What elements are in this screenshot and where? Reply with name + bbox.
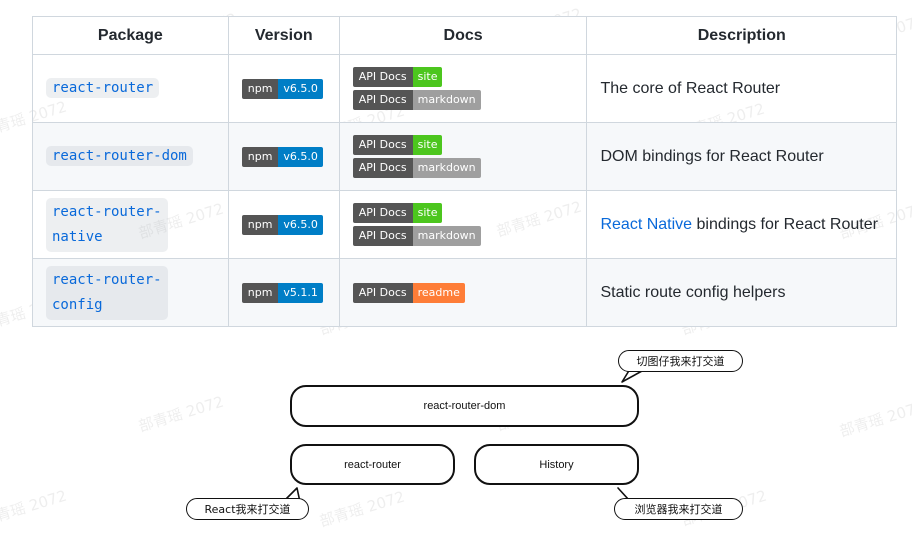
description-cell: DOM bindings for React Router	[586, 122, 897, 191]
speech-bubble-bottom-left: React我来打交道	[186, 498, 309, 520]
watermark: 部青瑶 2072	[136, 392, 226, 436]
package-cell: react-router	[32, 54, 229, 123]
description-text: Static route config helpers	[600, 283, 786, 301]
history-box: History	[474, 444, 639, 485]
api-docs-markdown-badge[interactable]: API Docs markdown	[352, 226, 481, 246]
version-cell: npm v6.5.0	[227, 122, 340, 191]
npm-version-badge[interactable]: npm v6.5.0	[241, 146, 323, 167]
package-name-code[interactable]: react-router-native	[46, 197, 168, 252]
docs-cell: API Docs site API Docs markdown	[338, 54, 588, 123]
npm-version-badge[interactable]: npm v6.5.0	[241, 78, 323, 99]
docs-cell: API Docs readme	[338, 258, 588, 327]
package-name-code[interactable]: react-router-config	[46, 265, 168, 320]
watermark: 部青瑶 2072	[837, 397, 912, 441]
api-docs-site-badge[interactable]: API Docs site	[352, 67, 443, 87]
api-docs-readme-badge[interactable]: API Docs readme	[352, 282, 465, 303]
api-docs-site-badge[interactable]: API Docs site	[352, 203, 443, 223]
description-text: DOM bindings for React Router	[600, 147, 824, 165]
package-name-code[interactable]: react-router-dom	[46, 146, 193, 166]
header-description: Description	[586, 16, 897, 55]
description-cell: The core of React Router	[586, 54, 897, 123]
header-version: Version	[227, 16, 340, 55]
react-router-dom-box: react-router-dom	[290, 385, 639, 427]
table-row: react-router-dom npm v6.5.0 API Docs site …	[32, 122, 897, 191]
watermark: 部青瑶 2072	[0, 486, 69, 530]
package-cell: react-router-config	[32, 258, 229, 327]
description-text: The core of React Router	[600, 79, 781, 97]
react-router-box: react-router	[290, 444, 455, 485]
api-docs-site-badge[interactable]: API Docs site	[352, 135, 443, 155]
header-docs: Docs	[338, 16, 588, 55]
api-docs-markdown-badge[interactable]: API Docs markdown	[352, 90, 481, 110]
watermark: 部青瑶 2072	[317, 487, 407, 531]
header-package: Package	[32, 16, 229, 55]
description-text: bindings for React Router	[692, 215, 878, 233]
table-row: react-router npm v6.5.0 API Docs site API …	[32, 54, 897, 123]
version-cell: npm v6.5.0	[227, 54, 340, 123]
speech-bubble-bottom-right: 浏览器我来打交道	[614, 498, 743, 520]
description-cell: React Native bindings for React Router	[586, 190, 897, 259]
package-name-code[interactable]: react-router	[46, 78, 160, 98]
npm-version-badge[interactable]: npm v5.1.1	[241, 282, 323, 303]
package-cell: react-router-native	[32, 190, 229, 259]
packages-table: Package Version Docs Description react-r…	[32, 16, 897, 327]
speech-bubble-top-right: 切图仔我来打交道	[618, 350, 743, 372]
package-cell: react-router-dom	[32, 122, 229, 191]
api-docs-markdown-badge[interactable]: API Docs markdown	[352, 158, 481, 178]
table-header-row: Package Version Docs Description	[32, 16, 897, 55]
version-cell: npm v5.1.1	[227, 258, 340, 327]
description-cell: Static route config helpers	[586, 258, 897, 327]
react-native-link[interactable]: React Native	[600, 216, 692, 233]
docs-cell: API Docs site API Docs markdown	[338, 190, 588, 259]
npm-version-badge[interactable]: npm v6.5.0	[241, 214, 323, 235]
table-row: react-router-native npm v6.5.0 API Docs si…	[32, 190, 897, 259]
table-row: react-router-config npm v5.1.1 API Docs re…	[32, 258, 897, 327]
version-cell: npm v6.5.0	[227, 190, 340, 259]
docs-cell: API Docs site API Docs markdown	[338, 122, 588, 191]
